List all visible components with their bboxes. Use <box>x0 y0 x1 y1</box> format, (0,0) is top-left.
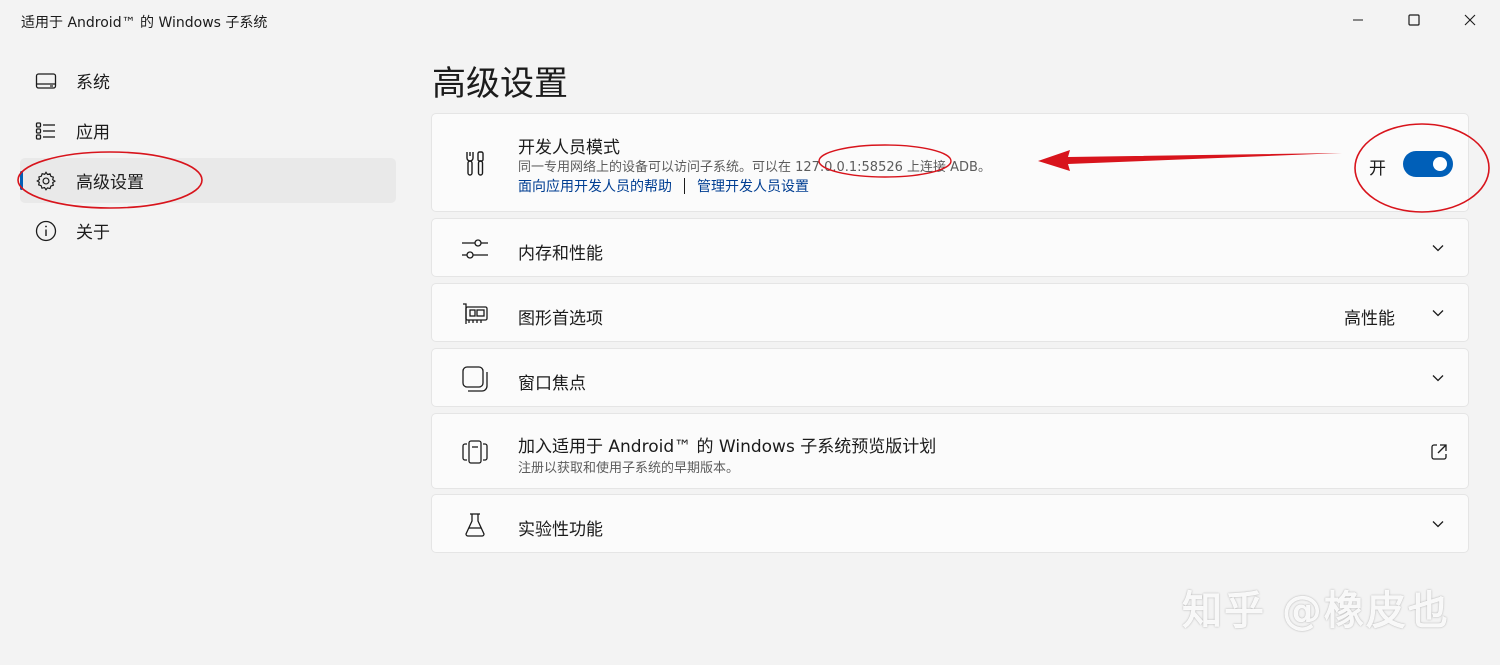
developer-mode-toggle[interactable] <box>1403 151 1453 177</box>
experimental-features-card[interactable]: 实验性功能 <box>431 494 1469 553</box>
window-focus-icon <box>460 364 490 394</box>
sidebar-item-apps[interactable]: 应用 <box>20 108 396 153</box>
sidebar-item-label: 高级设置 <box>76 173 144 193</box>
preview-program-desc: 注册以获取和使用子系统的早期版本。 <box>518 461 740 476</box>
graphics-preference-value[interactable]: 高性能 <box>1344 304 1395 329</box>
minimize-icon <box>1353 19 1363 21</box>
sidebar-item-about[interactable]: 关于 <box>20 208 396 253</box>
toggle-state-label: 开 <box>1369 159 1386 179</box>
minimize-button[interactable] <box>1330 0 1386 40</box>
developer-mode-title: 开发人员模式 <box>518 138 620 158</box>
developer-help-link[interactable]: 面向应用开发人员的帮助 <box>518 179 672 195</box>
chevron-down-icon <box>1430 240 1446 256</box>
sidebar-item-advanced-settings[interactable]: 高级设置 <box>20 158 396 203</box>
external-link-icon <box>1429 442 1449 462</box>
experimental-features-title: 实验性功能 <box>518 520 603 540</box>
sidebar-item-label: 应用 <box>76 123 110 143</box>
sidebar-item-system[interactable]: 系统 <box>20 58 396 103</box>
sidebar-item-label: 系统 <box>76 73 110 93</box>
app-window: 适用于 Android™ 的 Windows 子系统 系统 应用 高级设置 关于… <box>0 0 1500 665</box>
close-button[interactable] <box>1442 0 1498 40</box>
graphics-card-icon <box>460 299 490 329</box>
tools-icon <box>460 149 490 179</box>
chevron-down-icon <box>1430 305 1446 321</box>
title-bar: 适用于 Android™ 的 Windows 子系统 <box>0 0 1500 42</box>
maximize-button[interactable] <box>1386 0 1442 40</box>
developer-links: 面向应用开发人员的帮助 管理开发人员设置 <box>518 176 809 196</box>
developer-mode-desc: 同一专用网络上的设备可以访问子系统。可以在 127.0.0.1:58526 上连… <box>518 160 991 175</box>
flask-icon <box>460 510 490 540</box>
maximize-icon <box>1408 14 1420 26</box>
graphics-preference-card[interactable]: 图形首选项 高性能 <box>431 283 1469 342</box>
chevron-down-icon <box>1430 370 1446 386</box>
graphics-preference-title: 图形首选项 <box>518 309 603 329</box>
selection-indicator <box>20 171 23 190</box>
chevron-down-icon <box>1430 516 1446 532</box>
monitor-icon <box>34 69 58 93</box>
sliders-icon <box>460 234 490 264</box>
preview-program-title: 加入适用于 Android™ 的 Windows 子系统预览版计划 <box>518 437 937 457</box>
preview-program-card[interactable]: 加入适用于 Android™ 的 Windows 子系统预览版计划 注册以获取和… <box>431 413 1469 489</box>
link-separator <box>684 178 685 194</box>
developer-mode-card: 开发人员模式 同一专用网络上的设备可以访问子系统。可以在 127.0.0.1:5… <box>431 113 1469 212</box>
memory-performance-title: 内存和性能 <box>518 244 603 264</box>
window-title: 适用于 Android™ 的 Windows 子系统 <box>21 15 268 31</box>
manage-developer-settings-link[interactable]: 管理开发人员设置 <box>697 179 809 195</box>
page-title: 高级设置 <box>432 64 568 104</box>
window-focus-title: 窗口焦点 <box>518 374 586 394</box>
sidebar-nav: 系统 应用 高级设置 关于 <box>20 58 396 258</box>
watermark: 知乎 @橡皮也 <box>1182 588 1450 634</box>
close-icon <box>1464 14 1476 26</box>
window-focus-card[interactable]: 窗口焦点 <box>431 348 1469 407</box>
sidebar-item-label: 关于 <box>76 223 110 243</box>
preview-icon <box>460 437 490 467</box>
memory-performance-card[interactable]: 内存和性能 <box>431 218 1469 277</box>
info-icon <box>34 219 58 243</box>
gear-icon <box>34 169 58 193</box>
list-icon <box>34 119 58 143</box>
toggle-knob <box>1433 157 1447 171</box>
